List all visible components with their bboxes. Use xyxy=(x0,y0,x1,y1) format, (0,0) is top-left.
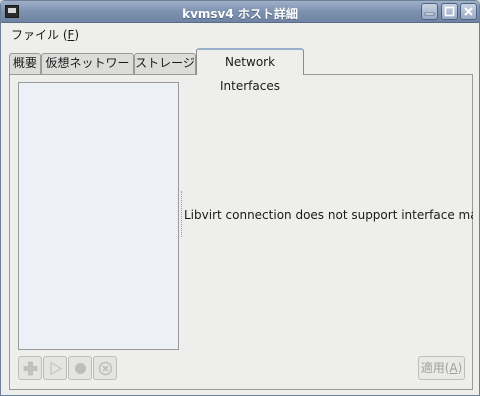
maximize-button[interactable] xyxy=(441,3,458,20)
add-interface-button[interactable] xyxy=(18,356,42,380)
interface-list[interactable] xyxy=(18,82,179,350)
tab-overview[interactable]: 概要 xyxy=(9,53,41,74)
host-details-window: kvmsv4 ホスト詳細 ファイル (F) 概要 仮想ネットワーク ストレージ … xyxy=(0,0,480,396)
minimize-icon xyxy=(424,12,435,16)
start-interface-button[interactable] xyxy=(43,356,67,380)
play-icon xyxy=(50,361,63,376)
stop-icon xyxy=(75,363,86,374)
close-button[interactable] xyxy=(460,3,477,20)
apply-mnemonic: A xyxy=(449,361,458,375)
menu-file-label: ファイル ( xyxy=(11,28,68,42)
apply-label: 適用( xyxy=(420,361,450,375)
apply-button[interactable]: 適用(A) xyxy=(418,356,465,380)
apply-close: ) xyxy=(457,361,463,375)
menu-file[interactable]: ファイル (F) xyxy=(11,26,79,43)
pane-splitter[interactable] xyxy=(181,191,183,237)
close-icon xyxy=(464,7,473,16)
maximize-icon xyxy=(444,6,455,17)
add-icon xyxy=(23,361,38,376)
menu-bar: ファイル (F) xyxy=(1,23,479,44)
title-bar[interactable]: kvmsv4 ホスト詳細 xyxy=(1,1,479,23)
window-title: kvmsv4 ホスト詳細 xyxy=(182,7,298,21)
delete-icon xyxy=(98,361,113,376)
tab-network-interfaces[interactable]: Network Interfaces xyxy=(196,48,304,93)
stop-interface-button[interactable] xyxy=(68,356,92,380)
tab-virtual-networks[interactable]: 仮想ネットワーク xyxy=(41,53,134,89)
delete-interface-button[interactable] xyxy=(93,356,117,380)
menu-file-close: ) xyxy=(74,28,80,42)
tab-storage[interactable]: ストレージ xyxy=(134,53,196,74)
unsupported-message: Libvirt connection does not support inte… xyxy=(184,208,473,222)
network-interfaces-page: Libvirt connection does not support inte… xyxy=(9,74,473,390)
minimize-button[interactable] xyxy=(421,3,438,20)
